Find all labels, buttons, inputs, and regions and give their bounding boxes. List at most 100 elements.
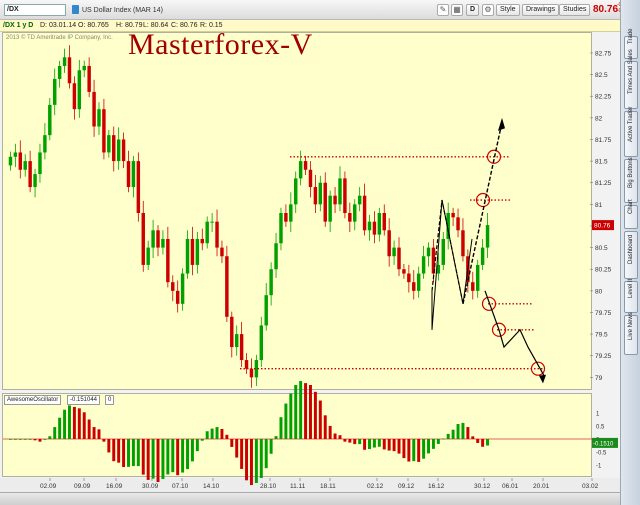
candle-body [348,213,352,222]
osc-y-label: -1 [596,463,602,469]
candle-body [284,213,288,222]
candle-body [397,247,401,270]
oscillator-bar [382,439,386,450]
oscillator-bar [225,434,229,439]
candle-body [412,282,416,291]
candle-body [407,273,411,283]
oscillator-bar [136,439,140,467]
oscillator-bar [387,439,391,451]
candle-body [175,290,180,304]
oscillator-bar [441,438,445,440]
oscillator-bar [190,439,194,462]
candle-body [161,238,165,248]
oscillator-bar [481,439,485,447]
oscillator-bar [417,439,421,462]
oscillator-bar [313,391,317,439]
oscillator-bar [87,419,91,439]
candle-body [402,269,406,274]
candle-body [220,247,224,257]
oscillator-bar [431,439,435,449]
tab-active-trader[interactable]: Active Trader [624,107,638,157]
candle-body [136,161,141,213]
candle-body [279,213,283,244]
status-bar [0,492,620,505]
oscillator-bar [323,415,327,439]
oscillator-bar [328,425,332,439]
candle-body [333,195,337,205]
oscillator-bar [205,431,209,439]
candle-body [249,368,254,378]
candle-body [353,204,357,222]
candle-body [416,273,421,291]
oscillator-bar [456,424,460,439]
candle-body [485,225,490,248]
oscillator-bar [107,439,111,453]
oscillator-bar [254,439,258,483]
y-tick-label: 80.5 [595,245,608,252]
candle-body [471,282,475,291]
oscillator-bar [348,439,352,443]
candle-body [23,161,27,170]
candle-body [156,230,160,248]
copyright-text: 2013 © TD Ameritrade IP Company, Inc. [6,35,113,41]
candle-body [264,295,268,326]
candle-body [362,195,367,231]
candle-body [131,161,136,188]
x-tick-label: 07.10 [172,483,189,490]
candle-body [244,360,249,369]
candle-body [195,238,200,265]
oscillator-bar [353,439,357,445]
oscillator-bar [181,439,185,473]
oscillator-bar [284,403,288,439]
oscillator-bar [427,439,430,454]
candle-body [259,325,264,361]
candle-body [13,152,18,157]
oscillator-bar [122,439,126,468]
oscillator-zero: 0 [105,395,115,405]
y-tick-label: 79.25 [595,353,612,360]
y-tick-label: 81.5 [595,159,608,166]
oscillator-bar [397,439,401,454]
candle-body [57,65,62,79]
tab-dashboard[interactable]: Dashboard [624,231,638,279]
oscillator-bar [186,439,189,470]
x-tick-label: 16.12 [428,483,445,490]
oscillator-bar [131,439,135,467]
oscillator-bar [92,427,96,439]
tab-chart[interactable]: Chart [624,199,638,229]
candle-body [48,104,52,136]
candle-body [382,213,386,231]
candle-body [107,135,111,153]
oscillator-bar [151,439,155,479]
candle-body [239,334,244,361]
candle-body [97,109,101,127]
candle-body [308,169,313,188]
candle-body [338,178,342,205]
candle-body [82,65,86,71]
y-tick-label: 82.75 [595,50,612,57]
tab-live-news[interactable]: Live News [624,312,638,355]
candle-body [367,221,372,231]
oscillator-bar [48,436,52,439]
tab-times-and-sales[interactable]: Times And Sales [624,49,638,109]
candle-body [225,256,229,317]
candle-body [77,70,82,110]
tab-level-ii[interactable]: Level II [624,279,638,313]
osc-y-label: 0.5 [596,425,605,431]
oscillator-bar [259,439,263,479]
candle-body [53,78,57,105]
oscillator-bar [476,439,480,443]
tab-big-buttons[interactable]: Big Buttons [624,157,638,203]
x-tick-label: 20.01 [533,483,550,490]
oscillator-bar [235,439,239,458]
candle-body [274,243,278,270]
osc-tag-label: -0.1510 [593,441,614,447]
candle-body [456,217,460,231]
oscillator-name[interactable]: AwesomeOscillator [4,395,62,405]
oscillator-bar [392,439,396,452]
oscillator-bar [279,417,283,439]
candle-body [328,195,332,222]
x-tick-label: 09.09 [74,483,91,490]
y-tick-label: 81 [595,202,603,209]
x-tick-label: 16.09 [106,483,123,490]
